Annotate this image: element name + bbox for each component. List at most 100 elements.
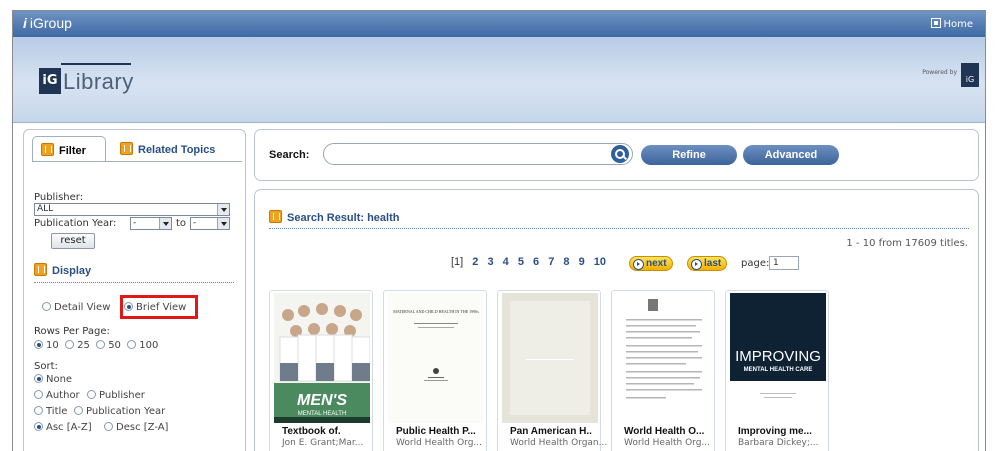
page-link[interactable]: 3 (487, 256, 493, 268)
radio-order-asc[interactable] (34, 422, 43, 431)
home-link[interactable]: Home (931, 18, 973, 30)
search-input[interactable] (323, 143, 633, 165)
page-link[interactable]: 9 (579, 256, 585, 268)
page-link[interactable]: 4 (503, 256, 509, 268)
page-link[interactable]: 2 (472, 256, 478, 268)
cover-title: MATERNAL AND CHILD HEALTH IN THE 1990s (393, 309, 479, 314)
book-title[interactable]: World Health O... (624, 426, 704, 437)
year-to-label: to (176, 218, 187, 229)
sort-option-pubyear[interactable]: Publication Year (74, 406, 165, 417)
radio-rows-100[interactable] (127, 340, 137, 349)
highlight-box (120, 295, 198, 319)
page-link[interactable]: 7 (548, 256, 554, 268)
brand[interactable]: i iGroup (23, 15, 72, 31)
tab-filter[interactable]: Filter (32, 136, 106, 162)
sort-option-none[interactable]: None (34, 374, 72, 385)
radio-detail-view[interactable] (42, 302, 51, 311)
radio-sort-title[interactable] (34, 406, 43, 415)
sort-option-title[interactable]: Title (34, 406, 67, 417)
home-label: Home (943, 19, 973, 30)
advanced-button[interactable]: Advanced (743, 145, 839, 165)
results-icon (269, 210, 282, 223)
sort-title-label: Title (46, 406, 68, 417)
cover-subtitle: MENTAL HEALTH (298, 411, 347, 417)
year-from-select[interactable]: - (130, 217, 172, 230)
radio-rows-50[interactable] (96, 340, 106, 349)
sidebar: Filter Related Topics Publisher: ALL Pub… (23, 129, 246, 451)
book-author: World Health Org... (624, 438, 710, 448)
tab-filter-label: Filter (59, 145, 86, 157)
banner: iG Library Powered by iG (13, 37, 985, 123)
next-button[interactable]: next (629, 256, 673, 271)
search-icon[interactable] (611, 145, 629, 163)
page-link[interactable]: 5 (518, 256, 524, 268)
search-label: Search: (269, 149, 310, 161)
order-option-desc[interactable]: Desc [Z-A] (104, 422, 168, 433)
igroup-logo-icon: i (23, 15, 27, 31)
results-title: Search Result: health (269, 210, 399, 224)
maternal-health-cover: MATERNAL AND CHILD HEALTH IN THE 1990s (388, 293, 484, 423)
page-current: [1] (451, 256, 464, 268)
book-author: Barbara Dickey;... (738, 438, 819, 448)
publisher-select[interactable]: ALL (34, 203, 230, 216)
sort-option-publisher[interactable]: Publisher (87, 390, 145, 401)
book-cover-image[interactable] (616, 293, 712, 423)
cover-title: MEN'S (297, 392, 347, 409)
refine-button[interactable]: Refine (641, 145, 737, 165)
related-topics-icon (120, 142, 133, 155)
page-link[interactable]: 10 (594, 256, 606, 268)
book-author: World Health Org... (396, 438, 482, 448)
book-cover-image[interactable]: MEN'S MENTAL HEALTH (274, 293, 370, 423)
search-panel: Search: Refine Advanced (254, 129, 979, 181)
radio-sort-pubyear[interactable] (74, 406, 83, 415)
sidebar-tabs: Filter Related Topics (32, 136, 242, 162)
radio-order-desc[interactable] (104, 422, 113, 431)
view-option-detail[interactable]: Detail View (42, 302, 110, 313)
year-to-select[interactable]: - (190, 217, 230, 230)
book-title[interactable]: Pan American H.. (510, 426, 592, 437)
sort-none-label: None (46, 374, 73, 385)
book-title[interactable]: Textbook of. (282, 426, 341, 437)
radio-rows-25[interactable] (65, 340, 75, 349)
radio-sort-author[interactable] (34, 390, 43, 399)
page-link[interactable]: 6 (533, 256, 539, 268)
powered-by-label: Powered by (922, 69, 957, 76)
radio-sort-publisher[interactable] (87, 390, 96, 399)
mens-health-cover: MEN'S MENTAL HEALTH (274, 293, 370, 423)
tab-related-topics-label: Related Topics (138, 144, 216, 156)
rows-per-page-label: Rows Per Page: (34, 326, 110, 337)
top-bar: i iGroup Home (13, 11, 985, 37)
sort-label: Sort: (34, 361, 58, 372)
page-number-input[interactable]: 1 (769, 256, 799, 270)
chevron-down-icon (217, 218, 229, 229)
radio-sort-none[interactable] (34, 374, 43, 383)
tab-related-topics[interactable]: Related Topics (112, 136, 223, 162)
results-title-label: Search Result: health (287, 212, 400, 224)
order-option-asc[interactable]: Asc [A-Z] (34, 422, 92, 433)
sort-publisher-label: Publisher (99, 390, 145, 401)
book-title[interactable]: Public Health P... (396, 426, 476, 437)
sort-option-author[interactable]: Author (34, 390, 80, 401)
chevron-down-icon (159, 218, 171, 229)
ig-logo-mark: iG (39, 68, 61, 94)
reset-button[interactable]: reset (51, 233, 95, 249)
logo-line (61, 63, 131, 65)
order-desc-label: Desc [Z-A] (116, 422, 169, 433)
ig-library-logo-text: Library (63, 69, 134, 94)
book-title[interactable]: Improving me... (738, 426, 812, 437)
last-button[interactable]: last (687, 256, 728, 271)
book-card[interactable]: MATERNAL AND CHILD HEALTH IN THE 1990s P… (383, 290, 487, 451)
display-label: Display (52, 265, 92, 277)
book-cover-image[interactable] (502, 293, 598, 423)
book-card[interactable]: Pan American H.. World Health Organ... (497, 290, 607, 451)
cover-subtitle: MENTAL HEALTH CARE (744, 367, 813, 373)
book-card[interactable]: IMPROVING MENTAL HEALTH CARE Improving m… (725, 290, 829, 451)
book-cover-image[interactable]: IMPROVING MENTAL HEALTH CARE (730, 293, 826, 423)
publisher-value: ALL (37, 204, 54, 214)
book-author: Jon E. Grant;Mar... (282, 438, 364, 448)
book-card[interactable]: World Health O... World Health Org... (611, 290, 715, 451)
book-cover-image[interactable]: MATERNAL AND CHILD HEALTH IN THE 1990s (388, 293, 484, 423)
page-link[interactable]: 8 (563, 256, 569, 268)
radio-rows-10[interactable] (34, 340, 43, 349)
book-card[interactable]: MEN'S MENTAL HEALTH Textbook of. Jon E. … (269, 290, 373, 451)
